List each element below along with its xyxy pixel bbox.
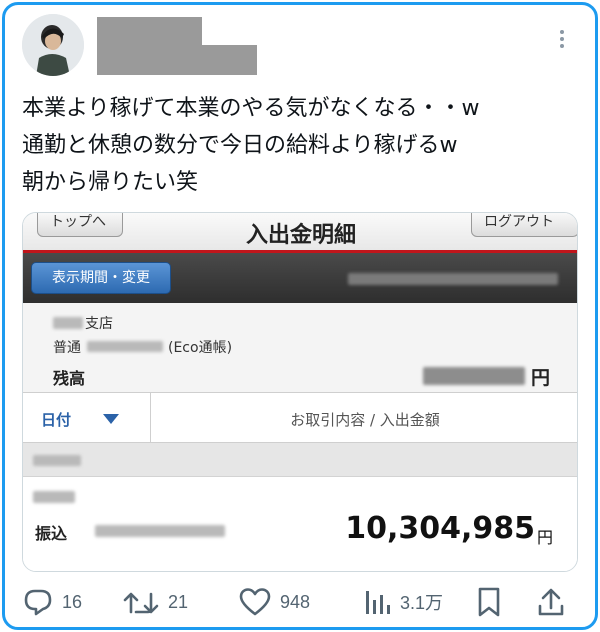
redacted-period (348, 273, 558, 285)
account-type: 普通 (53, 340, 81, 356)
transaction-row: 振込 10,304,985 円 (23, 477, 577, 571)
avatar[interactable] (22, 14, 84, 76)
views-icon (366, 591, 390, 614)
detail-column: お取引内容 / 入出金額 (290, 411, 440, 429)
like-count: 948 (280, 591, 311, 612)
period-change-button: 表示期間・変更 (31, 262, 171, 294)
redacted-date (33, 455, 81, 466)
retweet-icon (123, 592, 159, 614)
redacted-account-number (87, 341, 163, 352)
period-bar: 表示期間・変更 (23, 253, 577, 303)
redacted-branch (53, 317, 83, 329)
account-info: 支店 普通 (Eco通帳) 残高 円 (23, 303, 577, 393)
column-header: 日付 お取引内容 / 入出金額 (23, 393, 577, 443)
transaction-currency: 円 (537, 528, 554, 547)
date-row (23, 443, 577, 477)
retweet-button[interactable]: 21 (122, 582, 188, 622)
transaction-amount: 10,304,985 (345, 511, 535, 546)
reply-icon (24, 589, 52, 616)
like-icon (239, 588, 271, 616)
bookmark-button[interactable] (476, 582, 502, 622)
views-count: 3.1万 (400, 593, 444, 613)
redacted-tx-date (33, 491, 75, 503)
redacted-display-name (97, 17, 202, 45)
tweet-text: 本業より稼げて本業のやる気がなくなる・・w 通勤と休憩の数分で今日の給料より稼げ… (22, 96, 480, 195)
reply-count: 16 (62, 591, 83, 612)
more-icon[interactable] (555, 27, 569, 53)
like-button[interactable]: 948 (238, 582, 310, 622)
balance-currency: 円 (531, 367, 551, 389)
redacted-sender (95, 525, 225, 537)
sort-down-icon (103, 414, 119, 424)
views-button[interactable]: 3.1万 (362, 582, 443, 622)
logout-button: ログアウト (471, 213, 577, 237)
retweet-count: 21 (168, 591, 189, 612)
branch-label: 支店 (85, 316, 113, 332)
transaction-type: 振込 (35, 524, 68, 543)
attached-image[interactable]: トップへ 入出金明細 ログアウト 表示期間・変更 支店 普通 (Eco通帳) 残… (22, 212, 578, 572)
redacted-handle (97, 45, 257, 75)
share-icon (538, 588, 564, 616)
redacted-balance (423, 367, 525, 385)
share-button[interactable] (536, 582, 566, 622)
account-note: (Eco通帳) (168, 340, 233, 356)
bookmark-icon (478, 587, 500, 617)
action-bar: 16 21 948 3.1万 (0, 582, 600, 622)
balance-label: 残高 (53, 369, 86, 388)
reply-button[interactable]: 16 (22, 582, 82, 622)
date-column: 日付 (41, 411, 72, 429)
bank-header: トップへ 入出金明細 ログアウト (23, 213, 577, 250)
